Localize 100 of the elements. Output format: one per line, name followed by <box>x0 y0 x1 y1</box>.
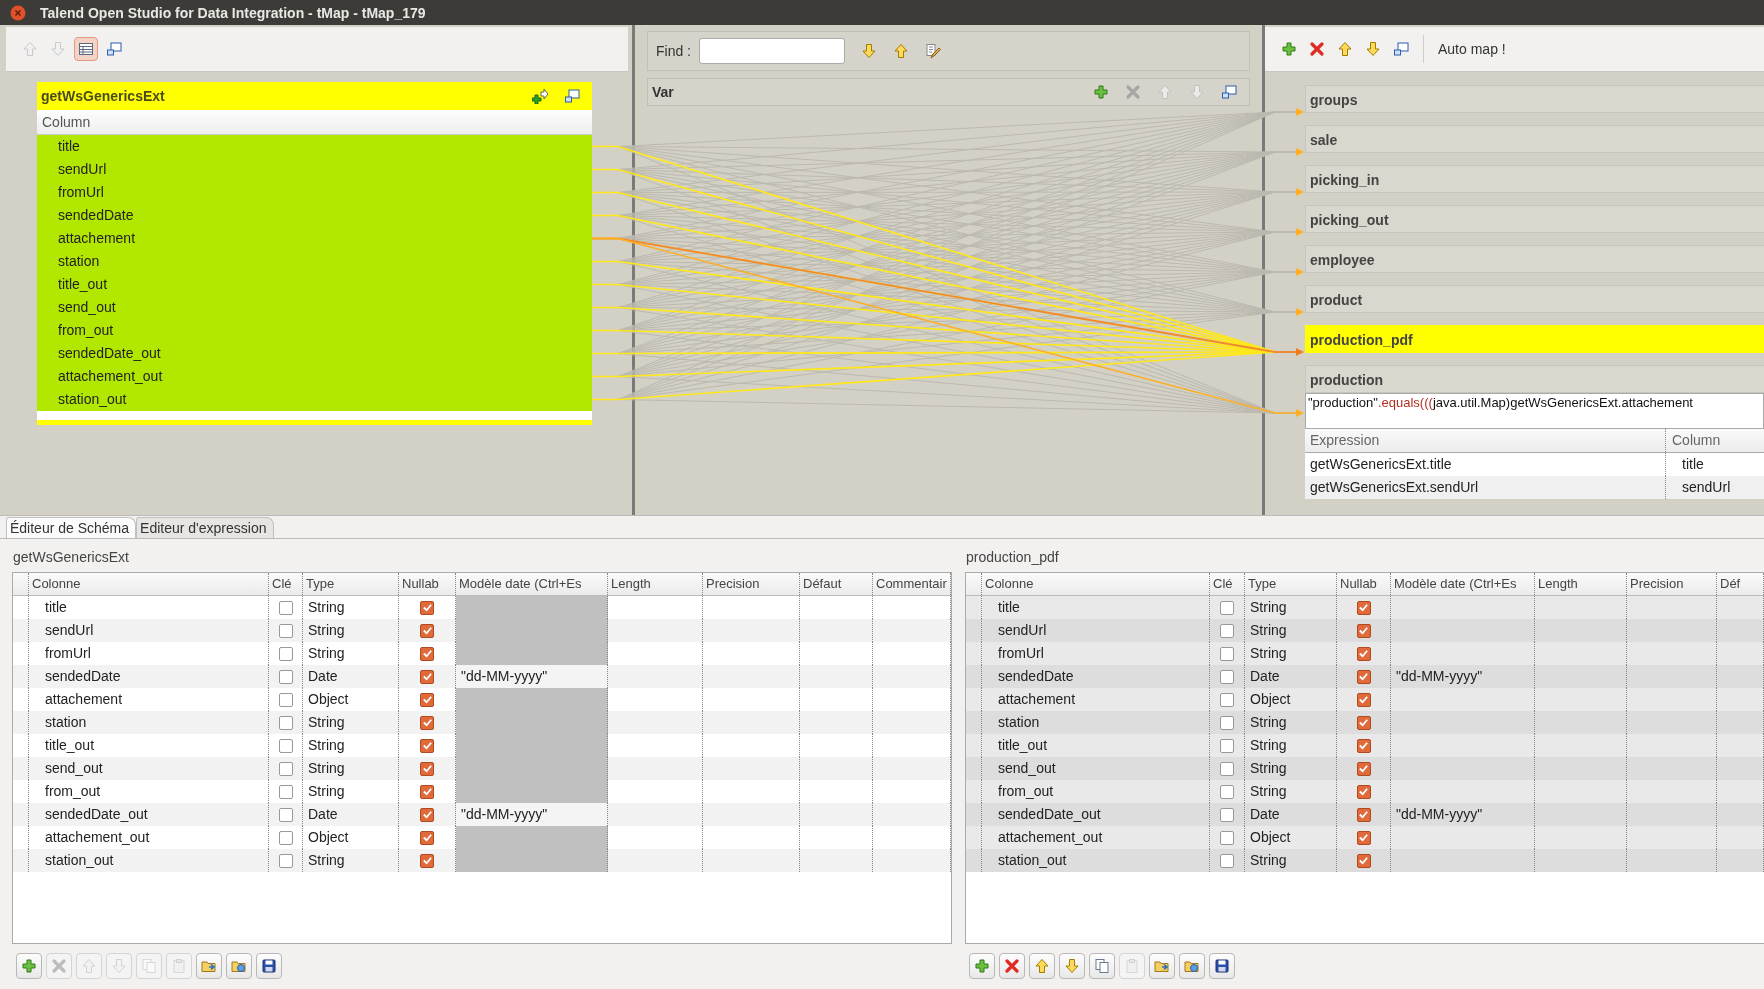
key-checkbox[interactable] <box>278 623 293 638</box>
key-checkbox[interactable] <box>1220 738 1234 753</box>
column-row[interactable]: send_out <box>37 296 592 319</box>
column-header[interactable]: Clé <box>269 573 303 595</box>
find-field[interactable] <box>699 38 845 64</box>
remove-button[interactable] <box>999 953 1025 979</box>
key-checkbox[interactable] <box>1220 669 1234 684</box>
nullable-checkbox[interactable] <box>1356 853 1371 868</box>
nullable-checkbox[interactable] <box>1356 807 1371 822</box>
column-header[interactable]: Modèle date (Ctrl+Es <box>1391 573 1535 595</box>
nullable-checkbox[interactable] <box>420 646 434 661</box>
column-header[interactable]: Type <box>1245 573 1337 595</box>
key-checkbox[interactable] <box>278 807 293 822</box>
key-checkbox[interactable] <box>1220 646 1234 661</box>
nullable-checkbox[interactable] <box>1356 738 1371 753</box>
key-checkbox[interactable] <box>278 692 293 707</box>
column-header[interactable]: Length <box>1535 573 1627 595</box>
key-checkbox[interactable] <box>1220 784 1234 799</box>
key-checkbox[interactable] <box>278 600 293 615</box>
column-row[interactable]: sendUrl <box>37 158 592 181</box>
nullable-checkbox[interactable] <box>420 784 434 799</box>
column-header[interactable]: Nullab <box>1337 573 1391 595</box>
nullable-checkbox[interactable] <box>420 830 434 845</box>
auto-map-button[interactable]: Auto map ! <box>1434 39 1510 59</box>
key-checkbox[interactable] <box>278 853 293 868</box>
export-button[interactable] <box>226 953 252 979</box>
key-checkbox[interactable] <box>278 669 293 684</box>
column-header[interactable]: Clé <box>1210 573 1245 595</box>
key-checkbox[interactable] <box>278 738 293 753</box>
copy-button[interactable] <box>1089 953 1115 979</box>
column-row[interactable]: station_out <box>37 388 592 411</box>
column-header[interactable]: Colonne <box>29 573 269 595</box>
nullable-checkbox[interactable] <box>1356 784 1371 799</box>
editor-tab[interactable]: Éditeur de Schéma <box>6 517 137 538</box>
nullable-checkbox[interactable] <box>1356 646 1371 661</box>
column-header[interactable]: Precision <box>1627 573 1717 595</box>
add-button[interactable] <box>969 953 995 979</box>
column-header[interactable]: Défaut <box>800 573 873 595</box>
key-checkbox[interactable] <box>278 646 293 661</box>
key-checkbox[interactable] <box>1220 623 1234 638</box>
column-row[interactable]: from_out <box>37 319 592 342</box>
add-button[interactable] <box>16 953 42 979</box>
column-row[interactable]: fromUrl <box>37 181 592 204</box>
down-button[interactable] <box>1059 953 1085 979</box>
key-checkbox[interactable] <box>278 784 293 799</box>
output-table-header[interactable]: product <box>1305 285 1764 313</box>
key-checkbox[interactable] <box>278 761 293 776</box>
nullable-checkbox[interactable] <box>1356 761 1371 776</box>
up-button[interactable] <box>1029 953 1055 979</box>
column-header[interactable]: Commentair <box>873 573 951 595</box>
column-header[interactable]: Nullab <box>399 573 456 595</box>
column-row[interactable]: attachement <box>37 227 592 250</box>
nullable-checkbox[interactable] <box>420 761 434 776</box>
nullable-checkbox[interactable] <box>420 669 434 684</box>
column-header[interactable]: Modèle date (Ctrl+Es <box>456 573 608 595</box>
save-button[interactable] <box>1209 953 1235 979</box>
column-row[interactable]: title <box>37 135 592 158</box>
close-icon[interactable] <box>10 4 26 21</box>
key-checkbox[interactable] <box>278 830 293 845</box>
column-row[interactable]: sendedDate <box>37 204 592 227</box>
export-button[interactable] <box>1179 953 1205 979</box>
nullable-checkbox[interactable] <box>420 692 434 707</box>
nullable-checkbox[interactable] <box>420 807 434 822</box>
filter-expression-field[interactable]: "production".equals(((java.util.Map)getWsGenericsExt.attachement <box>1305 393 1764 429</box>
nullable-checkbox[interactable] <box>420 623 434 638</box>
table-view-button[interactable] <box>74 37 98 61</box>
column-row[interactable]: station <box>37 250 592 273</box>
output-table-header[interactable]: groups <box>1305 85 1764 113</box>
column-row[interactable]: attachement_out <box>37 365 592 388</box>
key-checkbox[interactable] <box>1220 692 1234 707</box>
output-table-header[interactable]: picking_in <box>1305 165 1764 193</box>
key-checkbox[interactable] <box>1220 853 1234 868</box>
column-header[interactable]: Type <box>303 573 399 595</box>
key-checkbox[interactable] <box>1220 761 1234 776</box>
key-checkbox[interactable] <box>1220 600 1234 615</box>
nullable-checkbox[interactable] <box>420 853 434 868</box>
output-table-header[interactable]: production <box>1305 365 1764 393</box>
save-button[interactable] <box>256 953 282 979</box>
column-header[interactable]: Déf <box>1717 573 1764 595</box>
key-checkbox[interactable] <box>278 715 293 730</box>
nullable-checkbox[interactable] <box>420 715 434 730</box>
nullable-checkbox[interactable] <box>1356 669 1371 684</box>
import-button[interactable] <box>1149 953 1175 979</box>
key-checkbox[interactable] <box>1220 715 1234 730</box>
column-header[interactable]: Precision <box>703 573 800 595</box>
nullable-checkbox[interactable] <box>420 738 434 753</box>
key-checkbox[interactable] <box>1220 830 1234 845</box>
nullable-checkbox[interactable] <box>1356 692 1371 707</box>
import-button[interactable] <box>196 953 222 979</box>
nullable-checkbox[interactable] <box>1356 600 1371 615</box>
column-header[interactable]: Colonne <box>982 573 1210 595</box>
output-table-header[interactable]: sale <box>1305 125 1764 153</box>
nullable-checkbox[interactable] <box>1356 623 1371 638</box>
editor-tab[interactable]: Editeur d'expression <box>136 517 274 538</box>
column-row[interactable]: title_out <box>37 273 592 296</box>
output-table-header[interactable]: picking_out <box>1305 205 1764 233</box>
key-checkbox[interactable] <box>1220 807 1234 822</box>
output-table-header[interactable]: production_pdf <box>1305 325 1764 353</box>
nullable-checkbox[interactable] <box>1356 830 1371 845</box>
nullable-checkbox[interactable] <box>1356 715 1371 730</box>
